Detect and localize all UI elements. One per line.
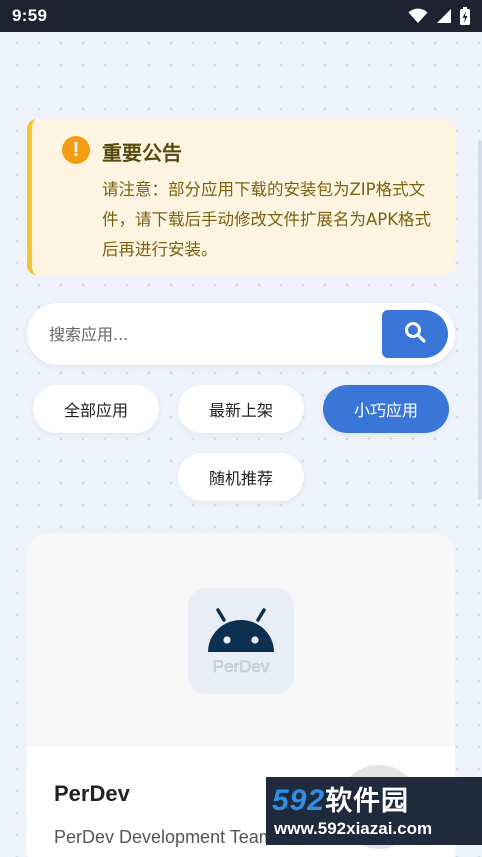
app-card-banner: PerDev [27, 533, 455, 747]
scrollbar[interactable] [478, 140, 482, 500]
site-watermark-logo: 592软件园 www.592xiazai.com [266, 777, 482, 845]
wifi-icon [408, 8, 428, 24]
svg-text:PerDev: PerDev [213, 657, 270, 676]
filter-random[interactable]: 随机推荐 [178, 453, 304, 501]
status-bar: 9:59 [0, 0, 482, 32]
announcement-title: 重要公告 [102, 141, 182, 165]
app-developer: PerDev Development Team [54, 827, 274, 847]
search-bar [27, 303, 455, 365]
search-button[interactable] [382, 310, 448, 358]
search-input[interactable] [49, 313, 379, 355]
signal-icon [436, 8, 452, 24]
app-title: PerDev [54, 781, 130, 806]
filter-newest[interactable]: 最新上架 [178, 385, 304, 433]
android-icon: PerDev [208, 608, 274, 676]
search-icon [404, 321, 426, 347]
watermark-url: www.592xiazai.com [274, 819, 433, 838]
watermark-number: 592 [272, 784, 326, 817]
status-icons [408, 7, 470, 25]
filter-all-apps[interactable]: 全部应用 [33, 385, 159, 433]
announcement-card: ! 重要公告 请注意：部分应用下载的安装包为ZIP格式文件，请下载后手动修改文件… [27, 119, 455, 275]
announcement-body: 请注意：部分应用下载的安装包为ZIP格式文件，请下载后手动修改文件扩展名为APK… [102, 180, 432, 259]
status-time: 9:59 [12, 6, 48, 25]
watermark-cn-text: 软件园 [325, 786, 410, 817]
app-icon: PerDev [188, 588, 294, 694]
exclamation-icon: ! [62, 136, 90, 164]
battery-charging-icon [460, 7, 470, 25]
filter-small-apps[interactable]: 小巧应用 [323, 385, 449, 433]
